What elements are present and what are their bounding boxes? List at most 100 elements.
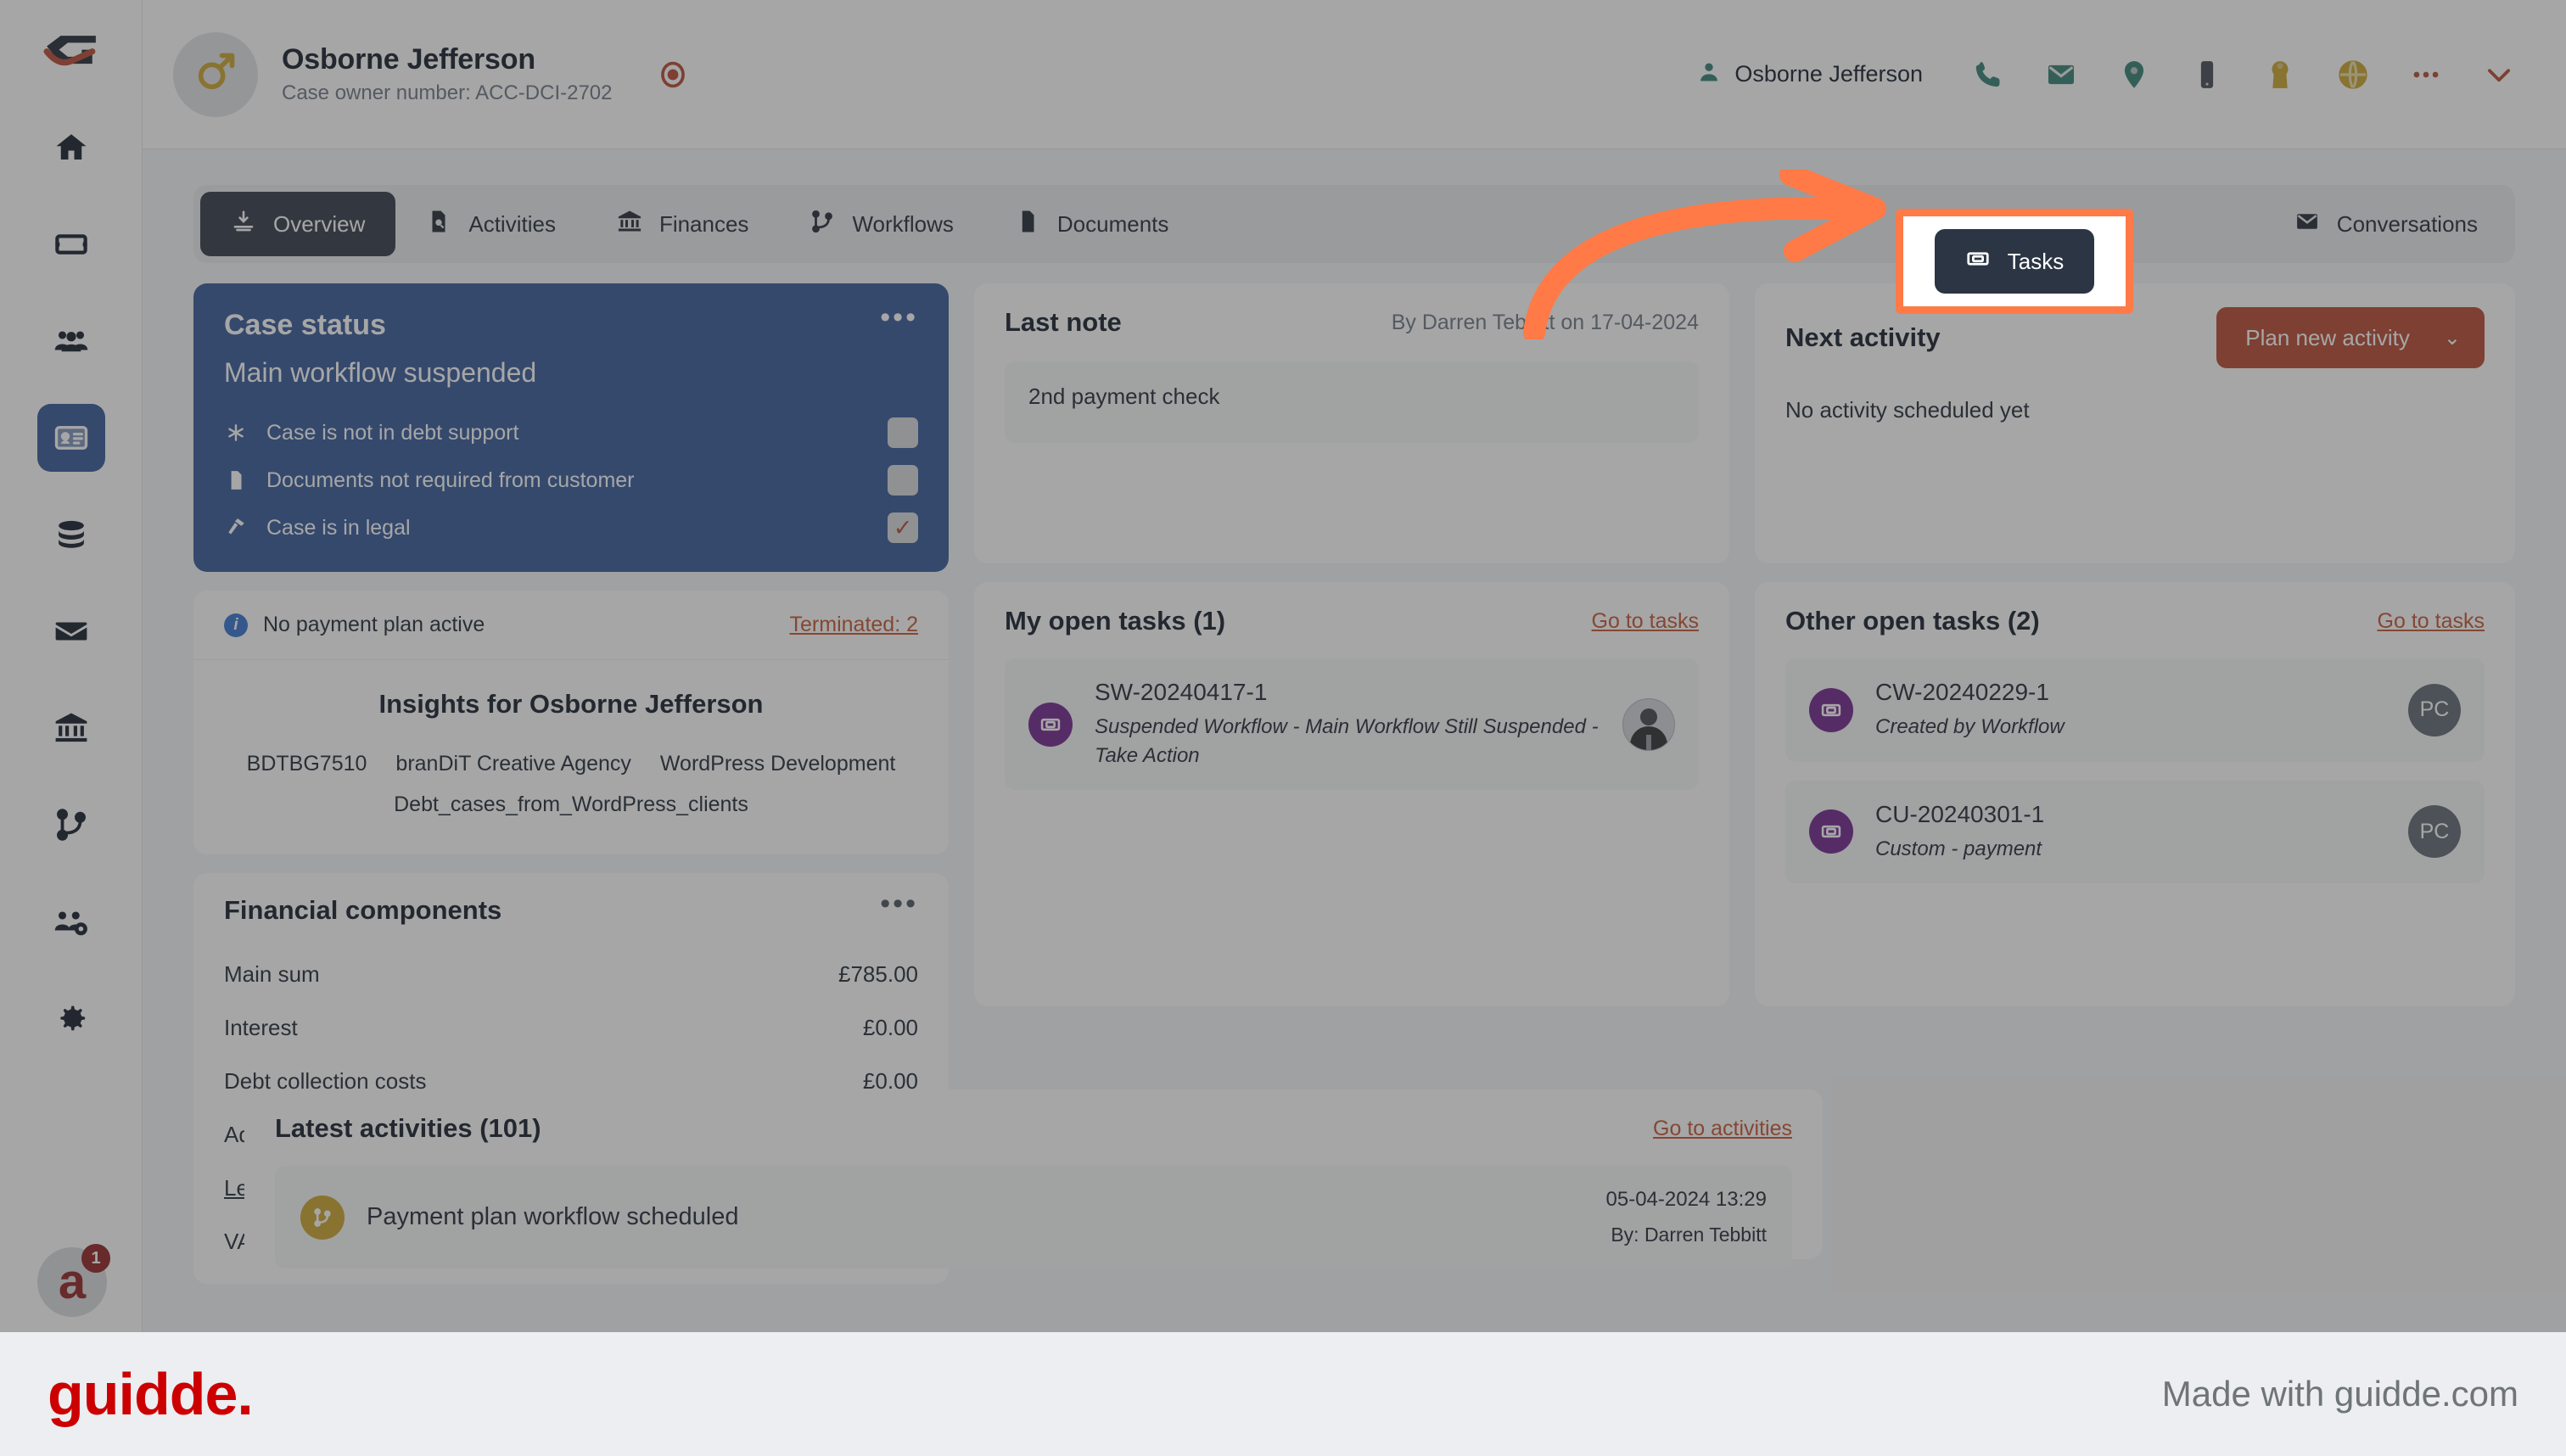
more-horizontal-icon[interactable]: ••• [880,888,918,918]
activity-meta: 05-04-2024 13:29 By: Darren Tebbitt [1606,1188,1768,1246]
latest-activities-header: Latest activities (101) Go to activities [275,1113,1792,1144]
case-owner[interactable]: Osborne Jefferson [1697,60,1923,88]
table-row: Main sum £785.00 [224,948,918,1001]
sidebar-item-mail[interactable] [37,597,105,665]
more-horizontal-icon[interactable]: ••• [880,303,918,333]
insights-section: Insights for Osborne Jefferson BDTBG7510… [193,660,949,854]
financial-title: Financial components [224,894,502,925]
payment-plan-status: No payment plan active [263,613,485,636]
go-to-tasks-link[interactable]: Go to tasks [1592,609,1699,634]
phone-icon[interactable] [1972,59,2004,91]
financial-value: £785.00 [838,960,918,987]
activity-author: By: Darren Tebbitt [1611,1224,1767,1246]
team-settings-icon [53,904,89,939]
made-with-label: Made with guidde.com [2161,1374,2518,1414]
case-status-row: Case is in legal ✓ [224,512,918,543]
globe-icon[interactable] [2337,59,2369,91]
case-status-list: Case is not in debt support Documents no… [224,417,918,543]
case-status-checkbox[interactable] [888,465,918,496]
tab-overview[interactable]: Overview [200,192,396,256]
male-gender-icon [193,50,238,98]
financial-header: Financial components ••• [224,888,918,926]
task-row[interactable]: CU-20240301-1 Custom - payment PC [1785,780,2485,884]
go-to-activities-link[interactable]: Go to activities [1653,1117,1792,1141]
more-horizontal-icon[interactable] [2410,59,2442,91]
task-row[interactable]: SW-20240417-1 Suspended Workflow - Main … [1005,658,1699,791]
company-logo[interactable] [43,22,99,78]
case-status-checkbox[interactable]: ✓ [888,512,918,543]
my-open-tasks-list: SW-20240417-1 Suspended Workflow - Main … [1005,658,1699,791]
terminated-link[interactable]: Terminated: 2 [790,613,918,637]
sidebar-item-cases[interactable] [37,210,105,278]
ticket-icon [1028,702,1073,747]
sidebar-item-customers[interactable] [37,307,105,375]
person-pin-icon[interactable] [2264,59,2296,91]
sidebar-item-workflows[interactable] [37,791,105,859]
latest-activities-title: Latest activities (101) [275,1113,541,1143]
envelope-icon [53,613,89,649]
sidebar-item-home[interactable] [37,114,105,182]
user-avatar[interactable]: a 1 [37,1244,110,1317]
task-body: CU-20240301-1 Custom - payment [1875,801,2386,864]
brand-bar: guidde. Made with guidde.com [0,1332,2566,1456]
case-status-row: Case is not in debt support [224,417,918,448]
envelope-icon[interactable] [2045,59,2077,91]
case-status-label: Documents not required from customer [266,468,635,492]
document-icon [1015,209,1040,240]
next-activity-empty: No activity scheduled yet [1785,397,2030,423]
tab-workflows[interactable]: Workflows [779,192,983,256]
sidebar-item-finance[interactable] [37,694,105,762]
plan-new-activity-button[interactable]: Plan new activity ⌄ [2216,307,2485,368]
location-pin-icon[interactable] [2118,59,2150,91]
case-status-label: Case is in legal [266,515,411,540]
last-note-title: Last note [1005,307,1122,337]
mobile-phone-icon[interactable] [2191,59,2223,91]
tab-label: Overview [273,210,366,237]
task-assignee-avatar[interactable]: PC [2408,683,2461,736]
other-open-tasks-list: CW-20240229-1 Created by Workflow PC CU-… [1785,658,2485,884]
tabs-container: Overview Activities Finances Workflows D… [143,149,2566,263]
sidebar-item-debtors[interactable] [36,404,105,472]
avatar-tie [1646,734,1651,750]
insights-tags: BDTBG7510 branDiT Creative Agency WordPr… [224,748,918,820]
notification-badge: 1 [81,1244,110,1273]
tab-strip: Overview Activities Finances Workflows D… [193,185,2515,263]
other-open-tasks-header: Other open tasks (2) Go to tasks [1785,606,2485,636]
case-status-header: Case status ••• [224,303,918,342]
task-assignee-avatar[interactable]: PC [2408,805,2461,859]
go-to-tasks-link[interactable]: Go to tasks [2378,609,2485,634]
check-icon: ✓ [893,514,913,540]
workflow-icon [53,807,89,843]
chevron-down-icon[interactable] [2483,59,2515,91]
insight-tag: WordPress Development [659,752,896,776]
bank-icon [617,209,642,240]
case-status-checkbox[interactable] [888,417,918,448]
insight-tag: Debt_cases_from_WordPress_clients [394,792,748,817]
tab-documents[interactable]: Documents [984,192,1200,256]
tab-tasks[interactable]: Tasks [1934,229,2095,294]
avatar-initial: a [58,1254,87,1309]
content-grid: Case status ••• Main workflow suspended … [143,263,2566,1332]
sidebar-item-data[interactable] [37,501,105,568]
case-status-title: Case status [224,309,386,341]
activity-row[interactable]: Payment plan workflow scheduled 05-04-20… [275,1166,1792,1268]
eye-icon[interactable] [658,60,687,89]
activity-title: Payment plan workflow scheduled [367,1203,739,1230]
insights-title: Insights for Osborne Jefferson [378,689,764,719]
guidde-logo: guidde. [48,1361,254,1427]
tab-finances[interactable]: Finances [586,192,780,256]
task-description: Suspended Workflow - Main Workflow Still… [1095,715,1599,767]
middle-column: Last note By Darren Tebbitt on 17-04-202… [244,283,1823,1332]
tab-label: Conversations [2336,210,2478,237]
page-header: Osborne Jefferson Case owner number: ACC… [143,0,2566,149]
task-assignee-avatar[interactable] [1622,697,1675,751]
sidebar-item-teams[interactable] [37,888,105,955]
sidebar-item-settings[interactable] [37,984,105,1052]
application-window: a 1 Osborne Jefferson Case owner number:… [0,0,2566,1332]
tab-activities[interactable]: Activities [395,192,586,256]
task-row[interactable]: CW-20240229-1 Created by Workflow PC [1785,658,2485,762]
tab-label: Tasks [2007,248,2065,274]
next-activity-header: Next activity Plan new activity ⌄ [1785,307,2485,368]
tab-conversations[interactable]: Conversations [2264,192,2508,256]
payment-plan-card: i No payment plan active Terminated: 2 I… [193,591,949,854]
